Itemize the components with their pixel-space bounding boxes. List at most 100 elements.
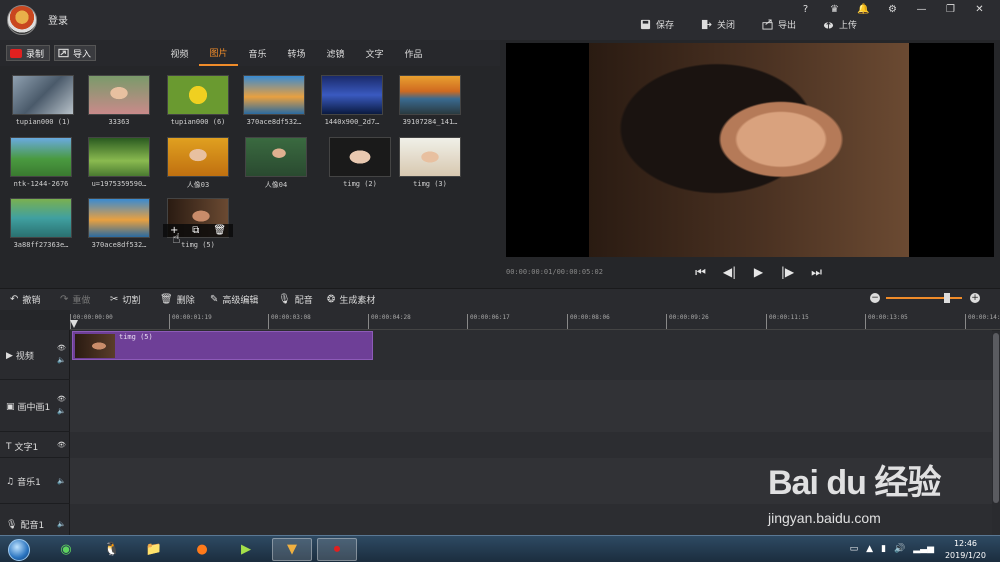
gear-icon[interactable]: ⚙ [878,2,907,16]
tab-video[interactable]: 视频 [160,40,199,66]
save-button[interactable]: 保存 [640,18,701,31]
library-item[interactable]: timg (2) [329,137,391,188]
export-icon [762,19,773,30]
advanced-edit-button[interactable]: ✎ 高级编辑 [210,293,258,306]
speaker-icon[interactable]: 🔈 [57,354,66,366]
signal-icon[interactable]: ▂▃▅ [913,544,934,554]
tab-works[interactable]: 作品 [394,40,433,66]
bell-icon[interactable]: 🔔 [849,2,878,16]
tab-text[interactable]: 文字 [355,40,394,66]
library-item[interactable]: tupian000 (6) [167,75,229,126]
tab-music[interactable]: 音乐 [238,40,277,66]
library-item[interactable]: 370ace8df532… [88,198,150,249]
tab-filters[interactable]: 滤镜 [316,40,355,66]
help-icon[interactable]: ? [791,2,820,16]
maximize-icon[interactable]: ❐ [936,2,965,16]
skip-to-end-icon[interactable]: ⏭ [802,263,831,281]
close-project-button[interactable]: 关闭 [701,18,762,31]
undo-button[interactable]: ↶ 撤销 [10,293,40,306]
network-icon[interactable]: ▮ [881,544,886,554]
tray-expand-icon[interactable]: ▲ [866,544,873,554]
media-toolbar: 录制 导入 视频 图片 音乐 转场 滤镜 文字 作品 [0,40,500,66]
taskbar-app[interactable]: 📁 [134,538,174,561]
thumbnail-caption: tupian000 (6) [170,118,226,126]
upload-button[interactable]: 上传 [823,18,884,31]
speaker-icon[interactable]: 🔈 [57,518,66,530]
generate-material-button[interactable]: ❂ 生成素材 [327,293,375,306]
minimize-icon[interactable]: — [907,2,936,16]
zoom-slider-knob[interactable] [943,293,950,303]
play-icon[interactable]: ▶ [744,263,773,281]
step-forward-icon[interactable]: |▶︎ [773,263,802,281]
export-button[interactable]: 导出 [762,18,823,31]
taskbar-app[interactable]: ▶ [226,538,266,561]
login-link[interactable]: 登录 [48,12,68,27]
library-item[interactable]: 39107284_141… [399,75,461,126]
taskbar-app[interactable]: ⏺ [317,538,357,561]
thumbnail-image [329,137,391,177]
eye-icon[interactable]: 👁 [57,342,66,354]
track-toggles: 👁 [57,439,66,451]
windows-orb-icon [8,538,30,561]
zoom-out-icon[interactable]: − [870,293,880,303]
pip-track-icon: ▣ [6,401,15,412]
volume-icon[interactable]: 🔊 [894,544,905,554]
timeline-scrollbar[interactable] [992,331,1000,535]
track-lane[interactable] [70,380,992,432]
system-clock[interactable]: 12:46 2019/1/20 [945,538,986,562]
library-item[interactable]: 1440x900_2d7… [321,75,383,126]
start-button[interactable] [4,536,34,562]
record-icon [10,48,22,58]
taskbar-app[interactable]: 🐧 [92,538,132,561]
trash-icon[interactable]: 🗑 [213,225,226,236]
speaker-icon[interactable]: 🔈 [57,405,66,417]
vip-icon[interactable]: ♛ [820,2,849,16]
playhead[interactable] [70,320,78,330]
delete-button[interactable]: 🗑 删除 [160,293,195,306]
import-button[interactable]: 导入 [54,45,96,61]
library-item[interactable]: 人像03 [167,137,229,190]
pip-add-icon[interactable]: ⧉ [192,225,199,236]
library-item[interactable]: tupian000 (1) [12,75,74,126]
timeline-clip[interactable]: timg (5) [72,331,373,360]
browser-360-icon: ◉ [60,542,72,557]
track-name: 音乐1 [17,478,41,488]
zoom-slider[interactable] [886,293,962,303]
skip-to-start-icon[interactable]: ⏮ [686,263,715,281]
record-button[interactable]: 录制 [6,45,50,61]
taskbar-app[interactable]: ◉ [46,538,86,561]
tab-images[interactable]: 图片 [199,40,238,66]
track-pip: ▣ 画中画1 👁 🔈 [0,380,1000,432]
speaker-icon[interactable]: 🔈 [57,475,66,487]
close-icon[interactable]: ✕ [965,2,994,16]
thumbnail-image [321,75,383,115]
keyboard-icon[interactable]: ▭ [850,544,859,554]
eye-icon[interactable]: 👁 [57,393,66,405]
library-item[interactable]: ntk-1244-2676 [10,137,72,188]
media-tabs: 视频 图片 音乐 转场 滤镜 文字 作品 [160,40,433,66]
library-item[interactable]: timg (3) [399,137,461,188]
scrollbar-thumb[interactable] [993,333,999,503]
library-item[interactable]: 370ace8df532… [243,75,305,126]
library-item[interactable]: u=1975359590… [88,137,150,188]
zoom-in-icon[interactable]: + [970,293,980,303]
library-item[interactable]: 人像04 [245,137,307,190]
track-label: 🎙 配音1 [6,518,44,532]
eye-icon[interactable]: 👁 [57,439,66,451]
taskbar-app[interactable]: ▼ [272,538,312,561]
library-item[interactable]: 33363 [88,75,150,126]
dubbing-button[interactable]: 🎙 配音 [278,293,313,306]
track-label: T 文字1 [6,440,38,454]
redo-button[interactable]: ↷ 重做 [60,293,90,306]
preview-player[interactable] [506,43,994,257]
cut-button[interactable]: ✂ 切割 [110,293,140,306]
advanced-edit-label: 高级编辑 [222,296,259,306]
watermark-logo: Bai du 经验 [768,464,941,502]
tab-transitions[interactable]: 转场 [277,40,316,66]
library-item[interactable]: 3a88ff27363e… [10,198,72,249]
taskbar-app[interactable]: ● [182,538,222,561]
ruler-tick: 00:00:04:28 [368,314,411,329]
timeline-ruler[interactable]: 00:00:00:00 00:00:01:19 00:00:03:08 00:0… [70,310,1000,330]
step-back-icon[interactable]: ◀︎| [715,263,744,281]
thumbnail-caption: 人像03 [186,181,210,189]
